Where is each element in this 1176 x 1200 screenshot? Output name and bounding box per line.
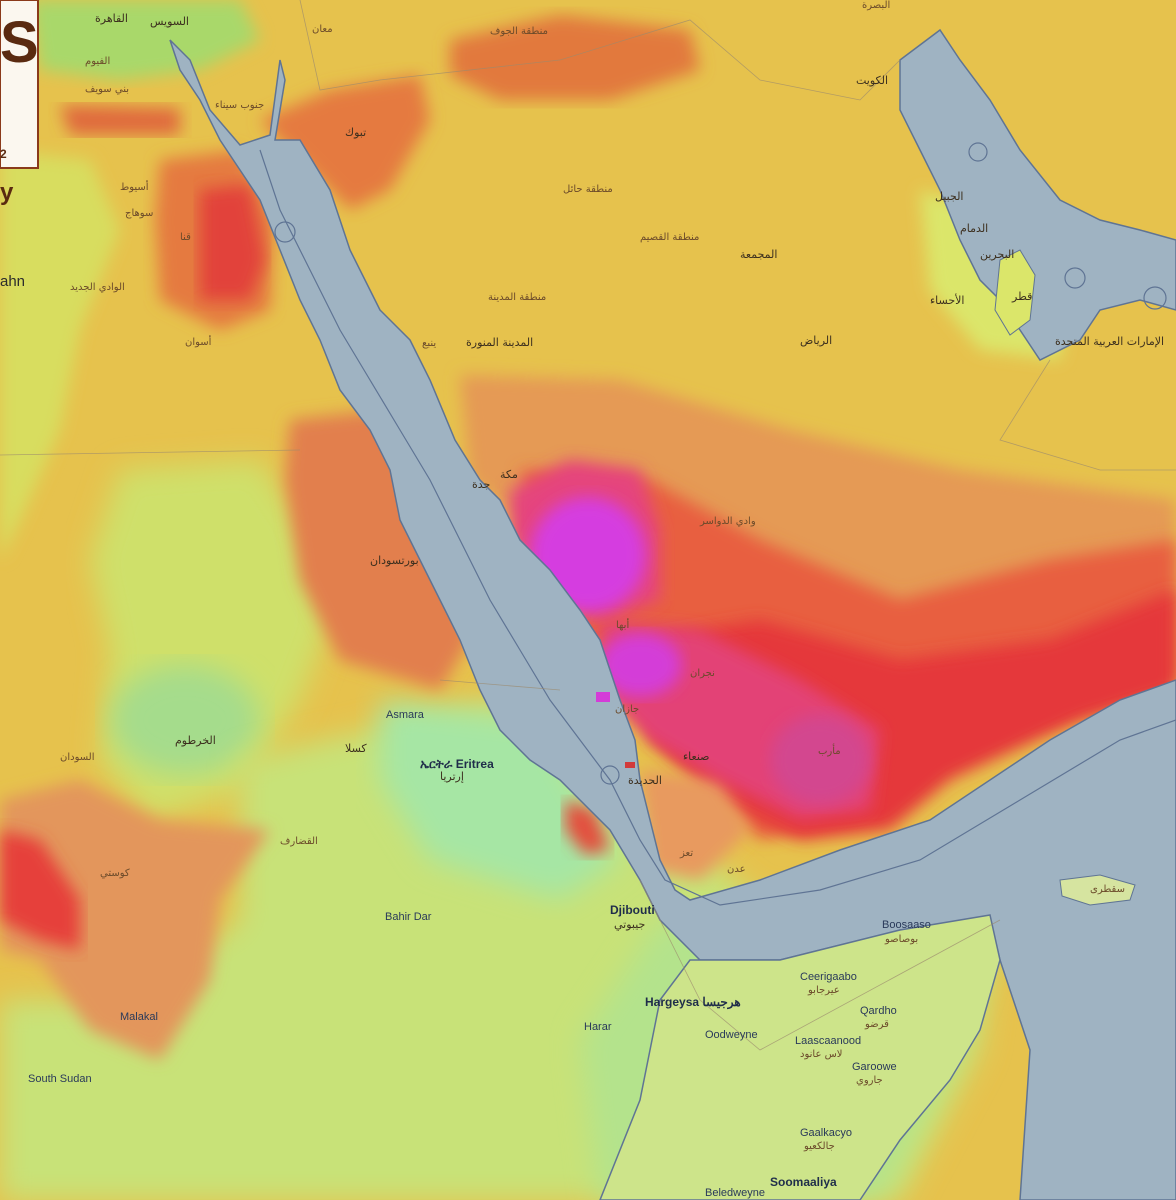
label-kassala: كسلا bbox=[345, 742, 367, 755]
label-dammam: الدمام bbox=[960, 222, 988, 235]
label-bahir-dar: Bahir Dar bbox=[385, 911, 432, 923]
label-medina-region: منطقة المدينة bbox=[488, 292, 546, 303]
label-hail: منطقة حائل bbox=[563, 184, 613, 195]
label-assiut: أسيوط bbox=[120, 180, 149, 193]
label-qatar: قطر bbox=[1011, 290, 1032, 303]
legend-fragment-mid: ahn bbox=[0, 273, 25, 290]
label-qassim: منطقة القصيم bbox=[640, 232, 699, 243]
label-eritrea: ኤርትራ Eritrea bbox=[420, 757, 494, 771]
label-qardho-ar: قرضو bbox=[864, 1019, 889, 1030]
label-basra: البصرة bbox=[862, 0, 890, 11]
label-tabuk: تبوك bbox=[345, 126, 366, 139]
label-beni-suef: بني سويف bbox=[85, 84, 129, 95]
label-jeddah: جدة bbox=[472, 478, 490, 491]
label-qardho: Qardho bbox=[860, 1005, 897, 1017]
label-jubail: الجبيل bbox=[935, 190, 963, 203]
magenta-mark bbox=[596, 692, 610, 702]
label-boosaaso-ar: بوصاصو bbox=[884, 934, 918, 945]
label-galkacyo-ar: جالكعيو bbox=[803, 1141, 835, 1152]
label-kuwait: الكويت bbox=[856, 74, 888, 87]
label-laascaanood-ar: لاس عانود bbox=[800, 1049, 843, 1060]
label-sanaa: صنعاء bbox=[683, 750, 710, 763]
label-somaliya: Soomaaliya bbox=[770, 1175, 837, 1189]
label-abha: أبها bbox=[616, 618, 629, 631]
legend-panel: S 2 bbox=[0, 0, 39, 169]
label-taiz: تعز bbox=[679, 848, 693, 859]
label-eritrea-ar: إرتريا bbox=[440, 770, 464, 783]
label-mecca: مكة bbox=[500, 468, 518, 481]
label-ceerigaabo: Ceerigaabo bbox=[800, 971, 857, 983]
label-riyadh: الرياض bbox=[800, 334, 832, 347]
label-cairo: القاهرة bbox=[95, 12, 128, 25]
label-yanbu: ينبع bbox=[422, 338, 436, 349]
label-medina: المدينة المنورة bbox=[466, 336, 533, 349]
label-majmaah: المجمعة bbox=[740, 248, 777, 261]
label-sohag: سوهاج bbox=[125, 208, 153, 219]
label-djibouti: Djibouti bbox=[610, 903, 655, 917]
red-mark bbox=[625, 762, 635, 768]
label-khartoum: الخرطوم bbox=[175, 734, 216, 747]
label-laascaanood: Laascaanood bbox=[795, 1035, 861, 1047]
label-galkacyo: Gaalkacyo bbox=[800, 1127, 852, 1139]
label-aden: عدن bbox=[727, 864, 746, 875]
label-uae: الإمارات العربية المتحدة bbox=[1055, 335, 1164, 348]
heatmap-map: S 2 y ahn السويس القاهرة الفيوم بني سويف… bbox=[0, 0, 1176, 1200]
zone-egypt-red-orange bbox=[60, 105, 180, 135]
label-fayoum: الفيوم bbox=[85, 56, 110, 67]
label-oodweyne: Oodweyne bbox=[705, 1029, 758, 1041]
label-south-sudan: South Sudan bbox=[28, 1073, 92, 1085]
zone-khartoum-green bbox=[110, 665, 260, 775]
label-ceerigaabo-ar: عيرجابو bbox=[807, 985, 840, 996]
label-maan: معان bbox=[312, 24, 333, 35]
label-wadi-dawasir: وادي الدواسر bbox=[699, 516, 756, 527]
label-aswan: أسوان bbox=[185, 335, 212, 348]
label-jawf: منطقة الجوف bbox=[490, 26, 548, 37]
legend-fragment-y: y bbox=[0, 179, 14, 206]
label-jazan: جازان bbox=[615, 704, 639, 715]
label-sudan: السودان bbox=[60, 752, 95, 763]
label-socotra: سقطرى bbox=[1090, 884, 1125, 895]
legend-fragment-small: 2 bbox=[0, 147, 7, 161]
label-wadi-gedid: الوادي الجديد bbox=[70, 282, 125, 293]
label-bahrain: البحرين bbox=[980, 248, 1014, 261]
legend-fragment-top: S bbox=[0, 10, 39, 75]
label-ahsa: الأحساء bbox=[930, 293, 964, 307]
label-garoowe: Garoowe bbox=[852, 1061, 897, 1073]
label-hodeidah: الحديدة bbox=[628, 774, 662, 787]
label-garoowe-ar: جاروي bbox=[856, 1075, 883, 1086]
label-qadarif: القضارف bbox=[280, 836, 318, 847]
label-djibouti-ar: جيبوتي bbox=[614, 918, 645, 931]
label-boosaaso: Boosaaso bbox=[882, 919, 931, 931]
zone-magenta-east bbox=[770, 715, 870, 805]
label-marib: مأرب bbox=[818, 743, 841, 757]
label-asmara: Asmara bbox=[386, 709, 425, 721]
label-beledweyne: Beledweyne bbox=[705, 1187, 765, 1199]
label-port-sudan: بورتسودان bbox=[370, 554, 419, 567]
label-najran: نجران bbox=[690, 668, 715, 679]
label-harar: Harar bbox=[584, 1021, 612, 1033]
label-suez: السويس bbox=[150, 15, 189, 28]
label-south-sinai: جنوب سيناء bbox=[215, 100, 264, 111]
label-hargeysa: Hargeysa هرجيسا bbox=[645, 995, 741, 1010]
label-qena: قنا bbox=[180, 232, 191, 243]
label-kosti: كوستي bbox=[100, 868, 130, 879]
label-malakal: Malakal bbox=[120, 1011, 158, 1023]
